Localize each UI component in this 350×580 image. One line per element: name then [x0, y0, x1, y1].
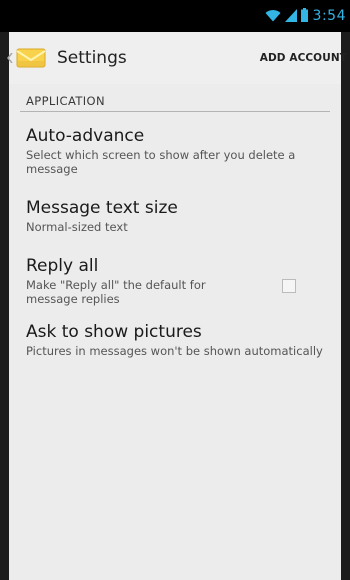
- status-time: 3:54: [312, 8, 346, 24]
- section-header-application: APPLICATION: [20, 84, 330, 112]
- device-frame-right: [341, 0, 350, 580]
- status-bar: 3:54: [0, 0, 350, 32]
- pref-title: Ask to show pictures: [26, 322, 202, 342]
- pref-summary: Select which screen to show after you de…: [26, 148, 296, 176]
- page-title: Settings: [57, 48, 127, 68]
- settings-app: Settings ADD ACCOUNT APPLICATION Auto-ad…: [7, 32, 347, 580]
- preferences-list: APPLICATION Auto-advance Select which sc…: [9, 84, 341, 358]
- pref-summary: Normal-sized text: [26, 220, 128, 234]
- pref-title: Reply all: [26, 256, 99, 276]
- pref-summary: Pictures in messages won't be shown auto…: [26, 344, 323, 358]
- pref-summary: Make "Reply all" the default for message…: [26, 278, 206, 306]
- battery-icon: [300, 7, 308, 26]
- pref-title: Auto-advance: [26, 126, 145, 146]
- pref-reply-all[interactable]: Reply all Make "Reply all" the default f…: [20, 234, 330, 306]
- add-account-button[interactable]: ADD ACCOUNT: [260, 32, 347, 84]
- up-caret-icon[interactable]: [5, 32, 15, 84]
- signal-icon: [284, 7, 297, 26]
- pref-message-text-size[interactable]: Message text size Normal-sized text: [20, 176, 330, 234]
- reply-all-checkbox[interactable]: [282, 279, 296, 293]
- device-frame-left: [0, 0, 9, 580]
- pref-title: Message text size: [26, 198, 178, 218]
- wifi-icon: [265, 7, 281, 26]
- action-bar: Settings ADD ACCOUNT: [7, 32, 347, 84]
- pref-auto-advance[interactable]: Auto-advance Select which screen to show…: [20, 112, 330, 176]
- email-envelope-icon[interactable]: [15, 42, 47, 74]
- phone-screen: 3:54 Settings ADD ACCOUNT APPLICATION Au…: [0, 0, 350, 580]
- pref-ask-to-show-pictures[interactable]: Ask to show pictures Pictures in message…: [20, 306, 330, 358]
